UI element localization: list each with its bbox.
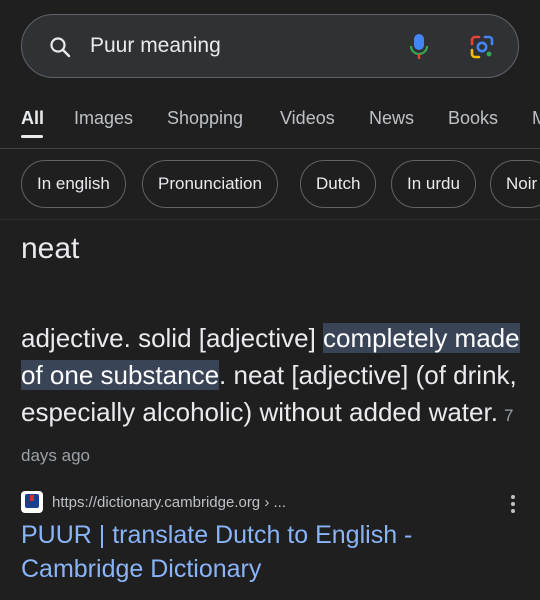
- chip-pronunciation[interactable]: Pronunciation: [142, 160, 278, 208]
- tab-all[interactable]: All: [21, 108, 44, 129]
- chip-noir[interactable]: Noir: [490, 160, 540, 208]
- tab-news[interactable]: News: [369, 108, 414, 129]
- chip-in-english[interactable]: In english: [21, 160, 126, 208]
- cambridge-favicon-icon: [21, 491, 43, 513]
- result-source[interactable]: https://dictionary.cambridge.org › ...: [21, 490, 521, 518]
- more-options-icon[interactable]: [506, 493, 520, 515]
- tab-books[interactable]: Books: [448, 108, 498, 129]
- answer-heading: neat: [21, 232, 80, 265]
- search-input[interactable]: Puur meaning: [90, 34, 221, 58]
- search-bar[interactable]: Puur meaning: [21, 14, 519, 78]
- divider: [0, 219, 540, 220]
- definition-text: adjective. solid [adjective]: [21, 323, 324, 353]
- search-icon[interactable]: [48, 35, 72, 59]
- google-lens-icon[interactable]: [468, 33, 496, 61]
- tab-videos[interactable]: Videos: [280, 108, 335, 129]
- chip-in-urdu[interactable]: In urdu: [391, 160, 476, 208]
- refinement-chips: In english Pronunciation Dutch In urdu N…: [0, 160, 540, 210]
- microphone-icon[interactable]: [408, 32, 430, 62]
- active-tab-indicator: [21, 135, 43, 138]
- result-title-link[interactable]: PUUR | translate Dutch to English - Camb…: [21, 518, 501, 586]
- chip-dutch[interactable]: Dutch: [300, 160, 377, 208]
- tab-more[interactable]: M: [532, 108, 540, 129]
- search-tabs: All Images Shopping Videos News Books M: [0, 96, 540, 149]
- tab-shopping[interactable]: Shopping: [167, 108, 243, 129]
- result-url[interactable]: https://dictionary.cambridge.org › ...: [52, 494, 286, 511]
- tab-images[interactable]: Images: [74, 108, 133, 129]
- answer-definition: adjective. solid [adjective] completely …: [21, 320, 526, 474]
